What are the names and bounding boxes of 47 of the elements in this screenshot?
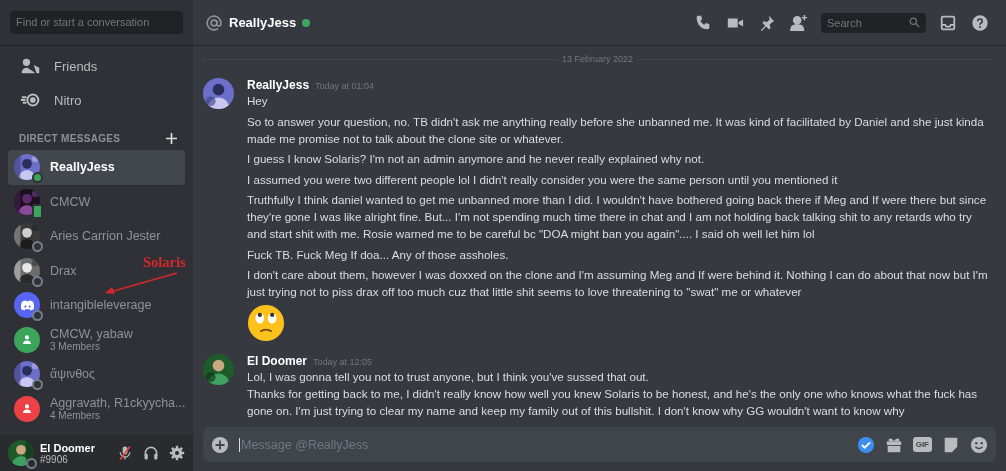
message-text: Truthfully I think daniel wanted to get me unbanned more than I did. I wouldn't have bothered going back there if Meg and If were there but since they're gone I was like alright fine. But... I'm not spending much time there in chat and I am not holding back talking shit to any retards who try and start shit with me. Rosie warned me to be careful bc "DOA might ban you again".... I said oh well let him lol (247, 192, 988, 242)
author-name[interactable]: El Doomer (247, 354, 307, 368)
dm-item[interactable]: Aggravath, R1ckyycha... 4 Members (8, 391, 193, 426)
add-icon[interactable] (166, 133, 177, 144)
member-count: 4 Members (50, 410, 101, 422)
message-text: Fuck TB. Fuck Meg If doa... Any of those assholes. (247, 246, 510, 263)
message-text: Lol, I was gonna tell you not to trust anyone, but I think you've sussed that out. (247, 369, 650, 385)
dm-item[interactable]: intangibleleverage (8, 288, 160, 323)
message-text: I guess I know Solaris? I'm not an admin anymore and he never really explained why not. (247, 151, 706, 167)
dm-item[interactable]: Aries Carrion Jester (8, 219, 169, 254)
add-icon[interactable] (211, 435, 229, 454)
dm-item[interactable]: ἄψινθος (8, 357, 104, 392)
member-count: 3 Members (50, 341, 101, 353)
username: El Doomer (40, 441, 96, 454)
inbox-icon[interactable] (939, 13, 957, 32)
nav-item[interactable]: Friends (8, 49, 185, 83)
rolling-eyes-emoji (247, 304, 285, 342)
dm-item[interactable]: CMCW (8, 184, 99, 219)
nav-item[interactable]: Nitro (8, 83, 185, 117)
sticker-icon[interactable] (942, 435, 960, 454)
gif-button[interactable]: GIF (912, 437, 932, 452)
settings-icon[interactable] (169, 445, 185, 461)
message-text: I don't care about them, however I was doxxed on the clone and I'm assuming Meg and If were behind it. Nothing I can do about that now but I'm just trying not to piss drax off too much cuz that little shit seems to love threatening to "swat" me or whatever (247, 267, 989, 300)
emoji-icon[interactable] (970, 435, 988, 454)
search-field[interactable]: Search (821, 12, 926, 33)
at-icon (205, 13, 223, 32)
phone-icon[interactable] (694, 13, 712, 32)
verified-badge-icon (856, 435, 875, 454)
message-text: I assumed you were two different people lol I didn't really consider you were the same person until you mentioned it (247, 171, 839, 188)
dm-item[interactable]: CMCW, yabaw 3 Members (8, 322, 141, 357)
pin-icon[interactable] (758, 13, 776, 32)
search-field[interactable]: Find or start a conversation (10, 11, 183, 34)
help-icon[interactable] (971, 13, 989, 32)
message-text: Hey (247, 93, 269, 109)
section-title: DIRECT MESSAGES (19, 133, 121, 144)
channel-title: ReallyJess (229, 15, 297, 30)
headphones-icon[interactable] (143, 445, 159, 461)
message-text: Thanks for getting back to me, I didn't really know how well you knew Solaris to be honest, and he's the only one who knows what the fuck has gone on. I'm just trying to clear my name and keep my family out of this bullshit. I don't know why GG wouldn't want to know why (247, 386, 979, 419)
user-tag: #9906 (40, 453, 107, 465)
annotation-label: Solaris (143, 255, 186, 270)
message-text: So to answer your question, no. TB didn't ask me anything really before she unbanned me. It was kind of facilitated by Daniel and she just kinda made me promise not to talk about the clone site or whatever. (247, 113, 985, 147)
add-friend-icon[interactable] (790, 13, 808, 32)
author-name[interactable]: ReallyJess (247, 78, 310, 92)
dm-item[interactable]: ReallyJess (8, 150, 185, 185)
search-icon (909, 17, 920, 28)
muted-microphone-icon[interactable] (117, 445, 133, 461)
dm-item[interactable]: Drax (8, 253, 85, 288)
